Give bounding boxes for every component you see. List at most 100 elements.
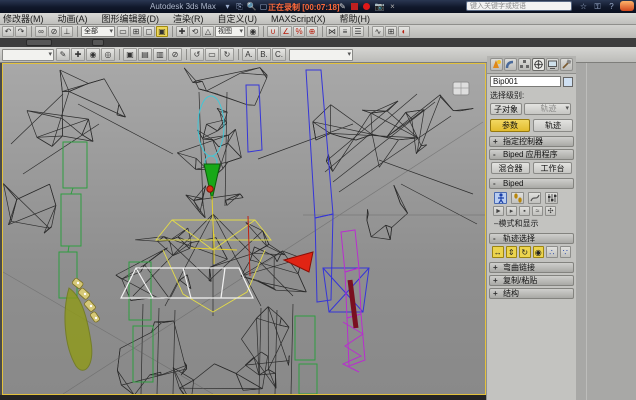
mirror-icon[interactable]: ⋈ (326, 26, 338, 37)
snap-3d-icon[interactable]: ∪ (267, 26, 279, 37)
ribbon-tab[interactable] (26, 39, 52, 46)
mixer-mode-icon[interactable] (545, 192, 558, 204)
menu-customize[interactable]: 自定义(U) (218, 12, 258, 25)
star-icon[interactable]: ☆ (578, 1, 589, 12)
modify-tab-icon[interactable] (504, 58, 517, 71)
pencil-icon[interactable]: ✎ (337, 1, 348, 12)
named-set-b-icon[interactable]: B. (257, 48, 271, 61)
parameters-button[interactable]: 参数 (490, 119, 530, 132)
edit-icon[interactable]: ✎ (56, 48, 70, 61)
zoom-out-icon[interactable]: ◎ (101, 48, 115, 61)
region-select-icon[interactable]: ◻ (143, 26, 155, 37)
rollout-copy-paste[interactable]: + 复制/粘贴 (489, 275, 574, 286)
select-object-icon[interactable]: ▭ (117, 26, 129, 37)
unlink-icon[interactable]: ⊘ (48, 26, 60, 37)
body-rotation-icon[interactable]: ↻ (519, 246, 531, 258)
menu-maxscript[interactable]: MAXScript(X) (271, 14, 326, 24)
infocenter-search-input[interactable]: 键入关键字或短语 (466, 1, 572, 11)
display-b-icon[interactable]: ▤ (138, 48, 152, 61)
display-a-icon[interactable]: ▣ (123, 48, 137, 61)
create-tab-icon[interactable] (490, 58, 503, 71)
save-icon[interactable]: ⎘ (234, 1, 245, 12)
object-name-field[interactable]: Bip001 (490, 76, 561, 87)
motion-tab-icon[interactable] (532, 58, 545, 71)
load-file-icon[interactable]: ▸ (506, 206, 517, 216)
select-by-name-icon[interactable]: ⊞ (130, 26, 142, 37)
menu-modifiers[interactable]: 修改器(M) (3, 12, 44, 25)
use-pivot-icon[interactable]: ◉ (247, 26, 259, 37)
biped-playback-icon[interactable]: ► (493, 206, 504, 216)
curve-editor-icon[interactable]: ∿ (372, 26, 384, 37)
dropdown-arrow-icon[interactable]: ▾ (222, 1, 233, 12)
figure-mode-icon[interactable] (494, 192, 507, 204)
rotate-left-icon[interactable]: ↺ (190, 48, 204, 61)
named-selection-sets-dropdown[interactable] (289, 49, 353, 61)
hierarchy-tab-icon[interactable] (518, 58, 531, 71)
layer-manager-icon[interactable]: ☰ (352, 26, 364, 37)
menu-animation[interactable]: 动画(A) (58, 12, 88, 25)
save-file-icon[interactable]: ▪ (519, 206, 530, 216)
named-set-a-icon[interactable]: A. (242, 48, 256, 61)
rollout-structure[interactable]: + 结构 (489, 288, 574, 299)
percent-snap-icon[interactable]: % (293, 26, 305, 37)
workbench-button[interactable]: 工作台 (533, 162, 572, 174)
footstep-mode-icon[interactable] (511, 192, 524, 204)
utilities-tab-icon[interactable] (560, 58, 573, 71)
search-icon[interactable]: 🔍 (246, 1, 257, 12)
scale-icon[interactable]: △ (202, 26, 214, 37)
menu-help[interactable]: 帮助(H) (340, 12, 371, 25)
crossing-toggle-icon[interactable]: ▣ (156, 26, 168, 37)
rollout-biped-apps[interactable]: - Biped 应用程序 (489, 149, 574, 160)
select-link-icon[interactable]: ∞ (35, 26, 47, 37)
motion-flow-mode-icon[interactable] (528, 192, 541, 204)
track-bar-stub[interactable] (0, 395, 486, 400)
display-tab-icon[interactable] (546, 58, 559, 71)
named-set-c-icon[interactable]: C. (272, 48, 286, 61)
record-icon[interactable] (363, 3, 370, 10)
perspective-viewport[interactable] (2, 63, 486, 395)
rollout-bend-links[interactable]: + 弯曲链接 (489, 262, 574, 273)
schematic-view-icon[interactable]: ⊞ (385, 26, 397, 37)
rotate-icon[interactable]: ⟲ (189, 26, 201, 37)
convert-icon[interactable]: ≈ (532, 206, 543, 216)
bind-spacewarp-icon[interactable]: ⊥ (61, 26, 73, 37)
camera-icon[interactable]: 📷 (374, 1, 385, 12)
redo-icon[interactable]: ↷ (15, 26, 27, 37)
display-c-icon[interactable]: ▥ (153, 48, 167, 61)
window-controls[interactable] (620, 1, 634, 11)
spinner-snap-icon[interactable]: ⊕ (306, 26, 318, 37)
ribbon-toggle-icon[interactable] (92, 39, 104, 46)
align-icon[interactable]: ≡ (339, 26, 351, 37)
body-horizontal-icon[interactable]: ↔ (492, 246, 504, 258)
menu-rendering[interactable]: 渲染(R) (173, 12, 204, 25)
container-dropdown[interactable] (2, 49, 54, 61)
rollout-assign-controller[interactable]: + 指定控制器 (489, 136, 574, 147)
body-vertical-icon[interactable]: ⇕ (506, 246, 518, 258)
disable-icon[interactable]: ⊘ (168, 48, 182, 61)
angle-snap-icon[interactable]: ∠ (280, 26, 292, 37)
add-icon[interactable]: ✚ (71, 48, 85, 61)
sub-object-level-dropdown[interactable]: 轨迹 (524, 103, 571, 115)
selection-filter-dropdown[interactable]: 全部 (81, 26, 115, 37)
rotate-right-icon[interactable]: ↻ (220, 48, 234, 61)
rollout-track-selection[interactable]: - 轨迹选择 (489, 233, 574, 244)
sub-object-button[interactable]: 子对象 (490, 103, 522, 115)
move-icon[interactable]: ✚ (176, 26, 188, 37)
lock-com-keying-icon[interactable]: ◉ (533, 246, 545, 258)
help-icon[interactable]: ? (606, 1, 617, 12)
zoom-in-icon[interactable]: ◉ (86, 48, 100, 61)
close-overlay-icon[interactable]: × (387, 1, 398, 12)
menu-graph-editors[interactable]: 图形编辑器(D) (102, 12, 160, 25)
material-editor-icon[interactable]: ◐ (398, 26, 410, 37)
key-icon[interactable]: ⚿ (592, 1, 603, 12)
undo-icon[interactable]: ↶ (2, 26, 14, 37)
opposite-tracks-icon[interactable]: ∵ (560, 246, 572, 258)
mixer-button[interactable]: 混合器 (491, 162, 530, 174)
pause-recording-icon[interactable] (351, 3, 358, 10)
modes-and-display-expander[interactable]: –模式和显示 (490, 217, 573, 229)
symmetrical-tracks-icon[interactable]: ∴ (546, 246, 558, 258)
rollout-biped[interactable]: - Biped (489, 178, 574, 189)
reference-coordsys-dropdown[interactable]: 视图 (215, 26, 245, 37)
rect-icon[interactable]: ▭ (205, 48, 219, 61)
trajectories-button[interactable]: 轨迹 (533, 119, 573, 132)
